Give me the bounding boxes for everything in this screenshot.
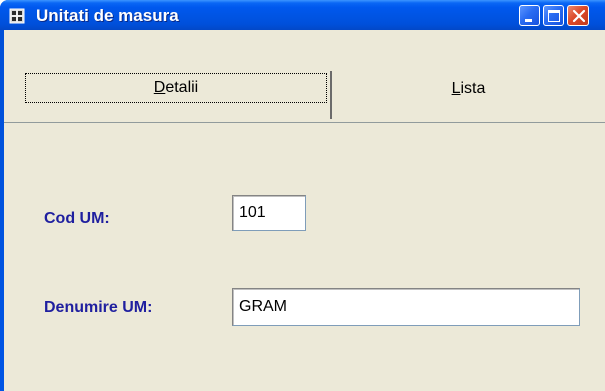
minimize-button[interactable]: [519, 5, 540, 26]
tab-lista-accelerator: L: [451, 80, 461, 97]
dialog-client-area: Detalii Lista Cod UM: 101 Denumire UM: G…: [4, 30, 605, 391]
maximize-icon: [548, 10, 560, 22]
tab-detalii-label: etalii: [165, 79, 199, 96]
app-icon: [9, 8, 25, 24]
denumire-um-field[interactable]: GRAM: [232, 288, 580, 326]
title-bar[interactable]: Unitati de masura: [0, 0, 605, 30]
minimize-icon: [525, 19, 532, 22]
cod-um-label: Cod UM:: [44, 210, 110, 227]
tab-lista[interactable]: Lista: [330, 71, 605, 119]
close-button[interactable]: [567, 5, 589, 26]
app-window: Unitati de masura Detalii Lista Cod UM:: [0, 0, 605, 391]
cod-um-field[interactable]: 101: [232, 195, 306, 231]
maximize-button[interactable]: [543, 5, 564, 26]
tab-lista-label: ista: [460, 80, 486, 97]
denumire-um-label: Denumire UM:: [44, 299, 153, 316]
tab-divider: [4, 122, 605, 123]
tab-detalii[interactable]: Detalii: [25, 73, 327, 103]
close-icon: [572, 9, 586, 23]
tab-detalii-accelerator: D: [153, 79, 166, 96]
window-title: Unitati de masura: [36, 6, 179, 25]
